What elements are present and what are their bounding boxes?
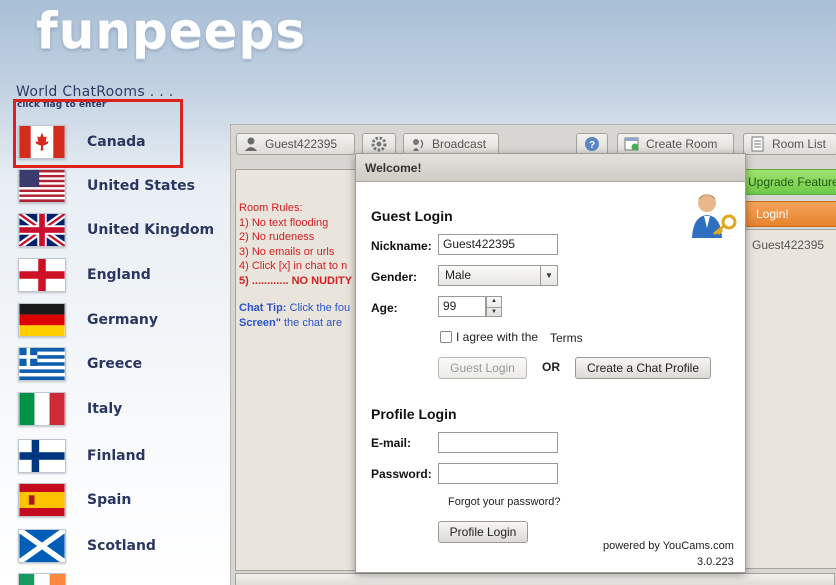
gender-select[interactable]: Male ▼	[438, 265, 558, 286]
country-germany[interactable]: Germany	[0, 300, 230, 340]
rules-line: 4) Click [x] in chat to n	[239, 260, 348, 272]
country-italy[interactable]: Italy	[0, 389, 230, 429]
create-room-icon	[624, 136, 640, 152]
age-stepper[interactable]: ▲ ▼	[486, 296, 502, 317]
chevron-down-icon[interactable]: ▼	[540, 266, 557, 285]
welcome-dialog: Welcome! Guest Login Nickname: Guest4223…	[355, 153, 746, 573]
greece-flag-icon[interactable]	[18, 347, 66, 381]
room-rules: Room Rules: 1) No text flooding 2) No ru…	[239, 201, 363, 288]
settings-button[interactable]	[362, 133, 396, 155]
nickname-label: Nickname:	[371, 239, 432, 253]
user-button[interactable]: Guest422395	[236, 133, 355, 155]
broadcast-icon	[410, 136, 426, 152]
room-list-label: Room List	[772, 137, 827, 151]
country-united-kingdom[interactable]: United Kingdom	[0, 210, 230, 250]
uk-flag-icon[interactable]	[18, 213, 66, 247]
version-text: 3.0.223	[697, 556, 734, 568]
stepper-up-icon[interactable]: ▲	[487, 297, 501, 307]
create-room-button[interactable]: Create Room	[617, 133, 734, 155]
gender-value: Male	[445, 268, 472, 282]
age-label: Age:	[371, 301, 398, 315]
country-label[interactable]: Greece	[87, 356, 142, 372]
user-list: Guest422395	[743, 229, 836, 569]
user-key-icon	[689, 188, 741, 240]
create-room-label: Create Room	[646, 137, 718, 151]
country-united-states[interactable]: United States	[0, 166, 230, 206]
gear-icon	[371, 136, 387, 152]
tip-text-2: the chat are	[283, 317, 343, 329]
profile-login-heading: Profile Login	[371, 406, 457, 422]
guest-login-button[interactable]: Guest Login	[438, 357, 527, 379]
agree-terms-checkbox[interactable]	[440, 331, 452, 343]
rules-line: 5) ............ NO NUDITY	[239, 274, 353, 287]
country-spain[interactable]: Spain	[0, 480, 230, 520]
chat-tip: Chat Tip: Click the fou Screen" the chat…	[239, 301, 363, 331]
canada-highlight-box	[13, 99, 183, 168]
rules-line: 1) No text flooding	[239, 216, 329, 229]
login-button[interactable]: Login!	[743, 201, 836, 227]
create-chat-profile-button[interactable]: Create a Chat Profile	[575, 357, 711, 379]
rules-line: 2) No rudeness	[239, 231, 315, 243]
tip-label: Chat Tip:	[239, 302, 287, 314]
svg-text:?: ?	[589, 140, 595, 151]
upgrade-feature-button[interactable]: Upgrade Feature	[743, 169, 836, 195]
tip-label-2: Screen"	[239, 317, 281, 329]
country-finland[interactable]: Finland	[0, 436, 230, 476]
country-label[interactable]: United States	[87, 178, 195, 194]
gender-label: Gender:	[371, 270, 418, 284]
agree-text: I agree with the	[456, 330, 539, 344]
guest-login-heading: Guest Login	[371, 208, 453, 224]
powered-by-text: powered by YouCams.com	[603, 540, 734, 552]
help-icon: ?	[584, 136, 600, 152]
broadcast-label: Broadcast	[432, 137, 487, 151]
nickname-input[interactable]: Guest422395	[438, 234, 558, 255]
profile-login-button[interactable]: Profile Login	[438, 521, 528, 543]
scotland-flag-icon[interactable]	[18, 529, 66, 563]
england-flag-icon[interactable]	[18, 258, 66, 292]
italy-flag-icon[interactable]	[18, 392, 66, 426]
ireland-flag-icon[interactable]	[18, 573, 66, 585]
stepper-down-icon[interactable]: ▼	[487, 306, 501, 317]
country-label[interactable]: Scotland	[87, 538, 156, 554]
user-icon	[243, 136, 259, 152]
forgot-password-link[interactable]: Forgot your password?	[448, 496, 561, 508]
rooms-title: World ChatRooms . . .	[16, 84, 174, 100]
germany-flag-icon[interactable]	[18, 303, 66, 337]
country-scotland[interactable]: Scotland	[0, 526, 230, 566]
broadcast-button[interactable]: Broadcast	[403, 133, 499, 155]
rules-line: Room Rules:	[239, 202, 303, 214]
country-england[interactable]: England	[0, 255, 230, 295]
password-input[interactable]	[438, 463, 558, 484]
help-button[interactable]: ?	[576, 133, 608, 155]
finland-flag-icon[interactable]	[18, 439, 66, 473]
funpeeps-logo: funpeeps	[36, 2, 307, 60]
country-greece[interactable]: Greece	[0, 344, 230, 384]
email-input[interactable]	[438, 432, 558, 453]
country-label[interactable]: Finland	[87, 448, 146, 464]
country-label[interactable]: Spain	[87, 492, 131, 508]
country-label[interactable]: United Kingdom	[87, 222, 214, 238]
or-separator: OR	[542, 360, 560, 374]
room-list-icon	[750, 136, 766, 152]
tip-text: Click the fou	[289, 302, 351, 314]
age-input[interactable]: 99	[438, 296, 486, 317]
email-label: E-mail:	[371, 436, 412, 450]
room-list-button[interactable]: Room List	[743, 133, 836, 155]
country-label[interactable]: Germany	[87, 312, 158, 328]
chat-input-bar[interactable]	[235, 573, 835, 585]
rules-line: 3) No emails or urls	[239, 245, 335, 258]
country-partial[interactable]	[0, 570, 230, 585]
terms-link[interactable]: Terms	[550, 331, 583, 345]
user-button-label: Guest422395	[265, 137, 338, 151]
user-list-entry[interactable]: Guest422395	[752, 238, 824, 252]
password-label: Password:	[371, 467, 432, 481]
dialog-title: Welcome!	[356, 154, 745, 182]
usa-flag-icon[interactable]	[18, 169, 66, 203]
spain-flag-icon[interactable]	[18, 483, 66, 517]
country-label[interactable]: England	[87, 267, 151, 283]
country-label[interactable]: Italy	[87, 401, 122, 417]
